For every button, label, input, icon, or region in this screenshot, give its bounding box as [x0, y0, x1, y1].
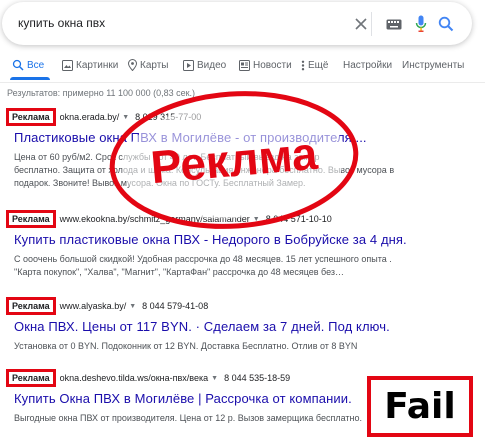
tab-label: Настройки: [343, 59, 393, 71]
ad-description: С ооочень большой скидкой! Удобная расср…: [14, 253, 472, 279]
ad-title-link[interactable]: Окна ПВХ. Цены от 117 BYN. · Сделаем за …: [14, 319, 390, 334]
advert-stamp: Реклма: [109, 91, 359, 229]
ad-url[interactable]: okna.deshevo.tilda.ws/окна-пвх/века: [60, 373, 208, 383]
tabs-divider: [0, 82, 485, 83]
search-tabs: Все Картинки Карты Видео Новости Ещё Нас…: [0, 56, 485, 80]
clear-icon[interactable]: [351, 14, 371, 34]
tab-maps[interactable]: Карты: [128, 56, 169, 74]
search-icon: [12, 59, 24, 71]
ad-description: Установка от 0 BYN. Подоконник от 12 BYN…: [14, 340, 472, 353]
tab-images[interactable]: Картинки: [62, 56, 118, 74]
tab-label: Все: [27, 59, 45, 71]
news-icon: [239, 59, 250, 71]
ad-url-line: Реклама www.alyaska.by/ ▼ 8 044 579-41-0…: [6, 297, 208, 315]
tab-settings[interactable]: Настройки: [343, 56, 392, 74]
active-tab-indicator: [10, 77, 50, 80]
tab-tools[interactable]: Инструменты: [402, 56, 464, 74]
ad-url[interactable]: www.alyaska.by/: [60, 301, 127, 311]
ad-url-line: Реклама okna.deshevo.tilda.ws/окна-пвх/в…: [6, 369, 290, 387]
microphone-icon[interactable]: [411, 14, 431, 34]
caret-down-icon[interactable]: ▼: [129, 303, 136, 310]
tab-label: Картинки: [76, 59, 119, 71]
ad-description-line: "Карта покупок", "Халва", "Магнит", "Кар…: [14, 267, 345, 277]
ad-label: Реклама: [6, 297, 56, 315]
tab-news[interactable]: Новости: [239, 56, 292, 74]
search-divider: [371, 12, 372, 36]
search-icon[interactable]: [436, 14, 456, 34]
caret-down-icon[interactable]: ▼: [211, 375, 218, 382]
keyboard-icon[interactable]: [384, 14, 404, 34]
ad-label: Реклама: [6, 210, 56, 228]
ad-label: Реклама: [6, 108, 56, 126]
ad-phone[interactable]: 8 044 535-18-59: [224, 373, 290, 383]
image-icon: [62, 59, 73, 71]
tab-label: Ещё: [308, 59, 329, 71]
ad-description-line: Установка от 0 BYN. Подоконник от 12 BYN…: [14, 341, 358, 351]
ad-description-line: С ооочень большой скидкой! Удобная расср…: [14, 254, 392, 264]
ad-label: Реклама: [6, 369, 56, 387]
tab-video[interactable]: Видео: [183, 56, 226, 74]
ad-title-link[interactable]: Купить Окна ПВХ в Могилёве | Рассрочка о…: [14, 391, 352, 406]
search-input[interactable]: купить окна пвх: [18, 16, 105, 30]
search-box[interactable]: купить окна пвх: [2, 2, 472, 45]
more-icon: [301, 60, 305, 70]
video-icon: [183, 59, 194, 71]
tab-more[interactable]: Ещё: [301, 56, 328, 74]
ad-title-link[interactable]: Купить пластиковые окна ПВХ - Недорого в…: [14, 232, 407, 247]
tab-label: Карты: [140, 59, 169, 71]
tab-label: Инструменты: [402, 59, 465, 71]
ad-phone[interactable]: 8 044 579-41-08: [142, 301, 208, 311]
tab-all[interactable]: Все: [12, 56, 44, 74]
map-pin-icon: [128, 59, 137, 71]
fail-label: Fail: [367, 376, 473, 437]
tab-label: Видео: [197, 59, 227, 71]
tab-label: Новости: [253, 59, 292, 71]
